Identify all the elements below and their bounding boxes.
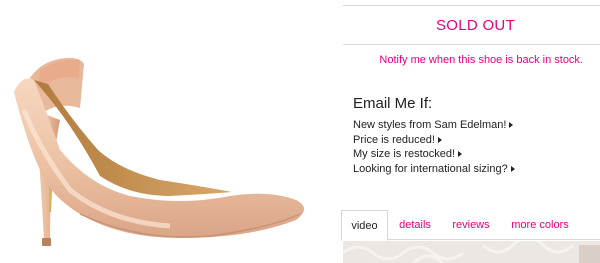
email-alerts-title: Email Me If:	[353, 95, 433, 112]
video-panel[interactable]	[343, 241, 600, 263]
email-alerts-list: New styles from Sam Edelman! Price is re…	[353, 118, 515, 176]
product-info-panel: SOLD OUT Notify me when this shoe is bac…	[341, 0, 600, 263]
video-thumbnail-pattern	[343, 241, 600, 263]
arrow-right-icon	[437, 136, 442, 143]
arrow-right-icon	[458, 151, 463, 157]
tab-reviews[interactable]: reviews	[448, 210, 494, 240]
arrow-right-icon	[510, 165, 515, 172]
product-image[interactable]	[0, 0, 335, 263]
tab-details[interactable]: details	[395, 210, 435, 240]
email-alert-new-styles[interactable]: New styles from Sam Edelman!	[353, 118, 515, 133]
product-tabs: video details reviews more colors	[341, 210, 600, 241]
email-alert-size-restocked[interactable]: My size is restocked!	[353, 147, 515, 162]
email-alert-label: Price is reduced!	[353, 133, 435, 146]
tab-more-colors[interactable]: more colors	[507, 210, 573, 240]
notify-back-in-stock-link[interactable]: Notify me when this shoe is back in stoc…	[379, 54, 583, 66]
email-alert-price-reduced[interactable]: Price is reduced!	[353, 133, 515, 148]
tab-video[interactable]: video	[341, 210, 388, 241]
arrow-right-icon	[509, 122, 514, 128]
email-alert-international-sizing[interactable]: Looking for international sizing?	[353, 162, 515, 177]
email-alert-label: New styles from Sam Edelman!	[353, 119, 507, 131]
email-alert-label: My size is restocked!	[353, 148, 456, 160]
sold-out-label: SOLD OUT	[435, 16, 516, 34]
pump-shoe-illustration	[14, 57, 304, 246]
stock-status-box: SOLD OUT	[343, 5, 600, 45]
email-alert-label: Looking for international sizing?	[353, 162, 508, 175]
